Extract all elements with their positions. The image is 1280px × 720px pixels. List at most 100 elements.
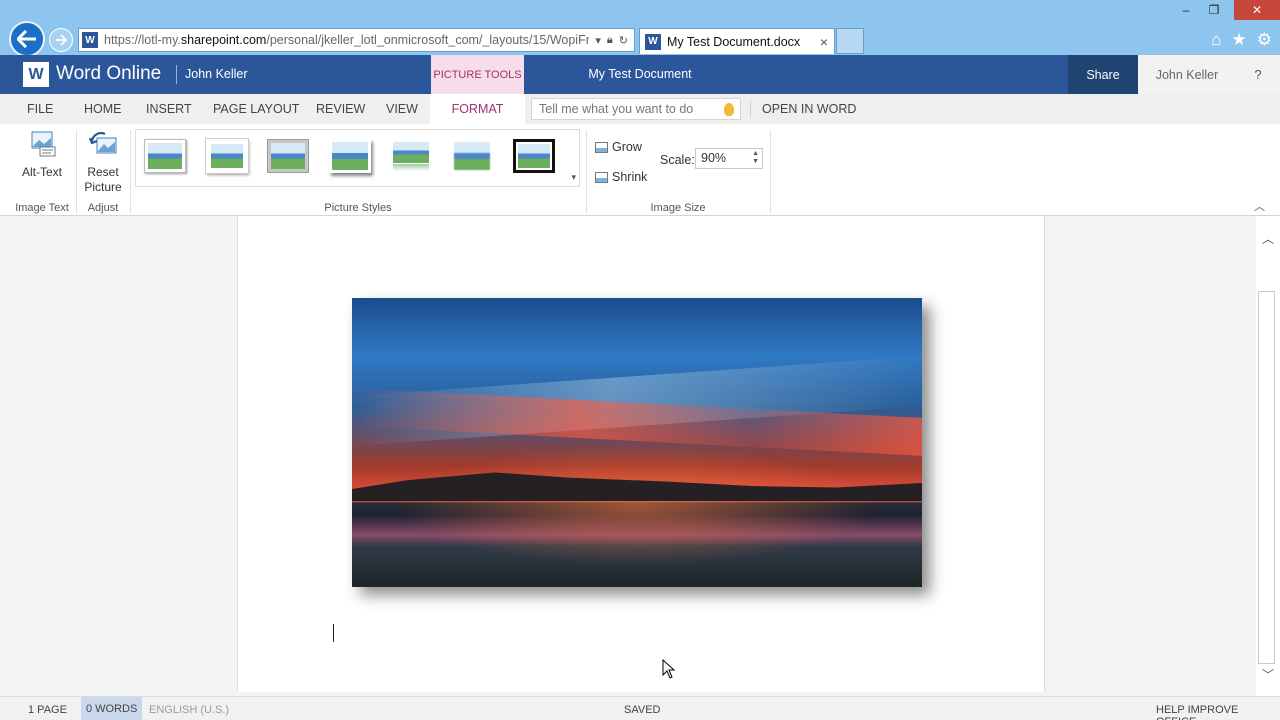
help-improve-link[interactable]: HELP IMPROVE OFFICE (1156, 704, 1280, 720)
browser-icons: ⌂ ★ ⚙ (1211, 30, 1272, 50)
url-domain: sharepoint.com (180, 33, 267, 47)
address-tools: ▾ 🔒︎ ↻ (589, 34, 634, 47)
vertical-scrollbar[interactable]: ︿ ﹀ (1256, 216, 1280, 696)
group-label-picture-styles: Picture Styles (324, 202, 392, 214)
reset-picture-icon (88, 131, 117, 154)
lock-icon[interactable]: 🔒︎ (607, 34, 613, 47)
style-shadow[interactable] (329, 139, 371, 173)
style-white-frame[interactable] (206, 139, 248, 173)
shrink-button[interactable]: Shrink (595, 170, 647, 184)
language-indicator[interactable]: ENGLISH (U.S.) (149, 704, 229, 716)
status-bar: 1 PAGE 0 WORDS ENGLISH (U.S.) SAVED HELP… (0, 696, 1280, 720)
picture-styles-gallery: ▾ (135, 129, 580, 187)
help-button[interactable]: ? (1236, 55, 1280, 94)
group-divider (76, 130, 77, 214)
grow-icon (595, 141, 608, 153)
header-divider (176, 65, 177, 84)
gear-icon[interactable]: ⚙ (1257, 30, 1272, 50)
lightbulb-icon (724, 102, 734, 116)
app-name[interactable]: Word Online (56, 63, 161, 85)
style-thick-black-frame[interactable] (513, 139, 555, 173)
shrink-label: Shrink (612, 170, 648, 184)
picture-hills (352, 472, 922, 501)
alt-text-button[interactable]: Alt-Text (17, 130, 67, 180)
word-logo-icon[interactable]: W (23, 62, 49, 87)
tab-view[interactable]: VIEW (386, 102, 418, 116)
refresh-icon[interactable]: ↻ (619, 34, 628, 47)
tab-format[interactable]: FORMAT (430, 94, 525, 124)
tell-me-placeholder: Tell me what you want to do (539, 102, 694, 116)
scale-label: Scale: (660, 153, 695, 167)
share-button[interactable]: Share (1068, 55, 1138, 94)
word-favicon-icon: W (645, 33, 661, 50)
open-in-word-button[interactable]: OPEN IN WORD (762, 102, 856, 116)
grow-label: Grow (612, 140, 642, 154)
reset-label-line2: Picture (84, 180, 122, 194)
scroll-up-icon[interactable]: ︿ (1256, 230, 1280, 247)
gallery-more-icon[interactable]: ▾ (571, 172, 576, 183)
new-tab-button[interactable] (836, 28, 864, 54)
group-divider (770, 130, 771, 214)
back-button[interactable] (9, 21, 45, 57)
forward-arrow-icon (56, 34, 67, 46)
forward-button[interactable] (49, 28, 73, 52)
document-title[interactable]: My Test Document (540, 67, 740, 81)
group-label-image-text: Image Text (15, 202, 69, 214)
style-reflection[interactable] (390, 139, 432, 173)
text-caret (333, 624, 334, 642)
group-label-image-size: Image Size (650, 202, 706, 214)
browser-tab[interactable]: W My Test Document.docx × (639, 28, 835, 54)
browser-toolbar: W https://lotl-my.sharepoint.com/persona… (0, 0, 1280, 57)
document-canvas (0, 216, 1256, 696)
collapse-ribbon-icon[interactable]: ︿ (1254, 198, 1265, 214)
inserted-picture[interactable] (352, 298, 922, 587)
word-count[interactable]: 0 WORDS (81, 697, 143, 720)
style-gray-frame[interactable] (267, 139, 309, 173)
star-icon[interactable]: ★ (1232, 30, 1247, 50)
tab-title: My Test Document.docx (667, 34, 801, 49)
url-path: /personal/jkeller_lotl_onmicrosoft_com/_… (266, 33, 590, 47)
document-page[interactable] (237, 216, 1045, 692)
reset-label-line1: Reset (87, 165, 119, 179)
scale-spinner-icon[interactable]: ▲ ▼ (752, 150, 759, 166)
scrollbar-thumb[interactable] (1258, 291, 1275, 664)
tell-me-input[interactable]: Tell me what you want to do (531, 98, 741, 120)
mouse-pointer-icon (662, 659, 676, 679)
restore-button[interactable]: ❐ (1200, 0, 1228, 20)
style-simple-frame[interactable] (144, 139, 186, 173)
address-bar[interactable]: W https://lotl-my.sharepoint.com/persona… (78, 28, 635, 52)
alt-text-icon (31, 131, 56, 157)
app-header: W Word Online John Keller PICTURE TOOLS … (0, 55, 1280, 94)
reset-picture-button[interactable]: Reset Picture (80, 130, 126, 195)
picture-tools-label: PICTURE TOOLS (431, 55, 524, 94)
save-status: SAVED (624, 704, 661, 716)
account-name[interactable]: John Keller (1138, 55, 1236, 94)
tab-file[interactable]: FILE (27, 102, 53, 116)
group-divider (130, 130, 131, 214)
ribbon-tabs: FILE HOME INSERT PAGE LAYOUT REVIEW VIEW… (0, 94, 1280, 124)
back-arrow-icon (17, 30, 36, 48)
group-label-adjust: Adjust (87, 202, 119, 214)
tab-insert[interactable]: INSERT (146, 102, 192, 116)
url-prefix: https://lotl-my. (104, 33, 181, 47)
home-icon[interactable]: ⌂ (1211, 30, 1221, 50)
tab-page-layout[interactable]: PAGE LAYOUT (213, 102, 299, 116)
tab-close-icon[interactable]: × (814, 34, 834, 50)
url-text: https://lotl-my.sharepoint.com/personal/… (104, 33, 589, 47)
tab-divider (750, 101, 751, 117)
tab-home[interactable]: HOME (84, 102, 122, 116)
page-count: 1 PAGE (28, 704, 67, 716)
minimize-button[interactable]: – (1172, 0, 1200, 20)
shrink-icon (595, 171, 608, 183)
word-favicon-icon: W (82, 32, 98, 48)
scroll-down-icon[interactable]: ﹀ (1256, 666, 1280, 683)
grow-button[interactable]: Grow (595, 140, 642, 154)
alt-text-label: Alt-Text (21, 165, 62, 179)
group-divider (586, 130, 587, 214)
scale-input[interactable]: 90% ▲ ▼ (695, 148, 763, 169)
close-window-button[interactable]: ✕ (1234, 0, 1280, 20)
search-dropdown-icon[interactable]: ▾ (595, 34, 601, 47)
tab-review[interactable]: REVIEW (316, 102, 365, 116)
style-soft-edge[interactable] (451, 139, 493, 173)
owner-name[interactable]: John Keller (185, 67, 248, 81)
